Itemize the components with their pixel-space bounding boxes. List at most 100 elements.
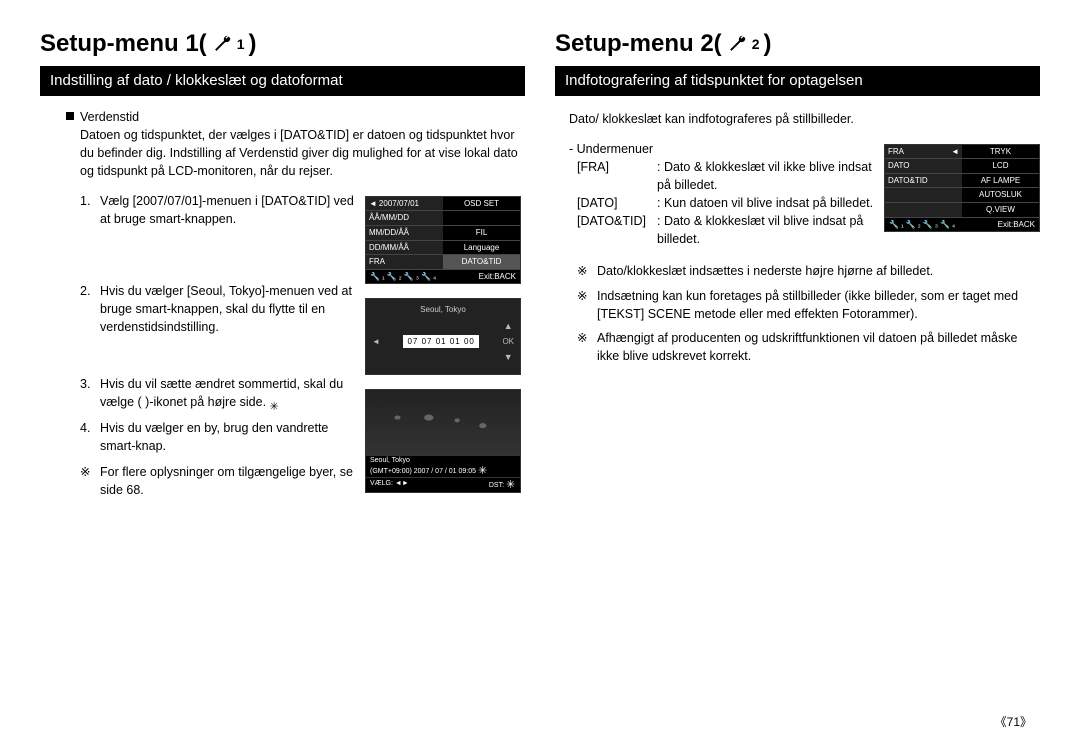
rlcd-exit: Exit:BACK: [998, 220, 1035, 230]
right-note-2: ※Afhængigt af producenten og udskriftfun…: [577, 329, 1040, 365]
right-title: Setup-menu 2( 2 ): [555, 30, 1040, 58]
lcd-stack: ◄2007/07/01 OSD SET ÅÅ/MM/DD MM/DD/ÅÅFIL…: [365, 192, 525, 508]
lcd-2: Seoul, Tokyo ◄ 07 07 01 01 00 ▲ OK ▼: [365, 298, 521, 375]
wrench-icon-1: [211, 33, 233, 55]
left-title-prefix: Setup-menu 1(: [40, 30, 207, 58]
tool-row-icons: 🔧₁🔧₂🔧₃🔧₄: [370, 272, 438, 282]
step-num-4: 4.: [80, 419, 94, 455]
icon-sub-1: 1: [237, 36, 245, 52]
rlcd-l3: [885, 188, 962, 202]
submenu-row-2: [DATO&TID] : Dato & klokkeslæt vil blive…: [577, 212, 874, 248]
lcd3-city: Seoul, Tokyo: [366, 456, 520, 465]
step-text-2: Hvis du vælger [Seoul, Tokyo]-menuen ved…: [100, 282, 357, 336]
right-title-suffix: ): [763, 30, 771, 58]
wrench-icon-2: [726, 33, 748, 55]
rlcd-l0: FRA: [888, 147, 904, 157]
sun-icon: [270, 397, 280, 407]
lcd1-r1: [443, 211, 520, 225]
lcd2-ok: OK: [502, 337, 514, 346]
submenu-key-1: [DATO]: [577, 194, 651, 212]
lcd-1: ◄2007/07/01 OSD SET ÅÅ/MM/DD MM/DD/ÅÅFIL…: [365, 196, 521, 285]
square-bullet: [66, 112, 74, 120]
submenu-key-2: [DATO&TID]: [577, 212, 651, 248]
icon-sub-2: 2: [752, 36, 760, 52]
lcd1-r2: FIL: [443, 226, 520, 240]
left-note: ※ For flere oplysninger om tilgængelige …: [80, 463, 357, 499]
step-text-4: Hvis du vælger en by, brug den vandrette…: [100, 419, 357, 455]
lcd2-city: Seoul, Tokyo: [366, 302, 520, 317]
rlcd-l2: DATO&TID: [885, 174, 962, 188]
right-title-prefix: Setup-menu 2(: [555, 30, 722, 58]
lcd2-date: 07 07 01 01 00: [403, 335, 478, 348]
step-2: 2. Hvis du vælger [Seoul, Tokyo]-menuen …: [80, 282, 357, 336]
lcd-right: FRA ◄TRYK DATOLCD DATO&TIDAF LAMPE AUTOSL…: [884, 144, 1040, 233]
tool-row-icons: 🔧₁🔧₂🔧₃🔧₄: [889, 220, 957, 230]
step-3: 3. Hvis du vil sætte ændret sommertid, s…: [80, 375, 357, 411]
right-note-text-0: Dato/klokkeslæt indsættes i nederste høj…: [597, 262, 933, 280]
right-intro: Dato/ klokkeslæt kan indfotograferes på …: [569, 110, 1040, 128]
lcd1-r0: OSD SET: [443, 197, 520, 211]
submenu-val-1: : Kun datoen vil blive indsat på billede…: [657, 194, 873, 212]
left-section-label: Verdenstid: [80, 110, 139, 124]
left-note-text: For flere oplysninger om tilgængelige by…: [100, 463, 357, 499]
right-note-1: ※Indsætning kan kun foretages på stillbi…: [577, 287, 1040, 323]
lcd3-select: VÆLG:: [370, 480, 393, 487]
step-num-2: 2.: [80, 282, 94, 336]
left-title: Setup-menu 1( 1 ): [40, 30, 525, 58]
submenu-row-1: [DATO] : Kun datoen vil blive indsat på …: [577, 194, 874, 212]
lcd1-exit: Exit:BACK: [479, 272, 516, 282]
arrow-down-icon: ▼: [504, 352, 513, 362]
sun-icon: [478, 466, 488, 476]
left-section-head: Verdenstid: [66, 110, 525, 124]
rlcd-r1: LCD: [962, 159, 1039, 173]
rlcd-r3: AUTOSLUK: [962, 188, 1039, 202]
lcd-3: Seoul, Tokyo (GMT+09:00) 2007 / 07 / 01 …: [365, 389, 521, 493]
right-column: Setup-menu 2( 2 ) Indfotografering af ti…: [555, 30, 1040, 507]
left-subtitle: Indstilling af dato / klokkeslæt og dato…: [40, 66, 525, 96]
left-section: Verdenstid Datoen og tidspunktet, der væ…: [66, 110, 525, 180]
page-number: 《71》: [995, 713, 1032, 730]
submenu-row-0: [FRA] : Dato & klokkeslæt vil ikke blive…: [577, 158, 874, 194]
arrow-up-icon: ▲: [504, 321, 513, 331]
lcd1-r3: Language: [443, 241, 520, 255]
lcd3-gmt: (GMT+09:00) 2007 / 07 / 01 09:05: [370, 468, 476, 475]
lcd1-l3: FRA: [366, 255, 443, 269]
right-note-0: ※ Dato/klokkeslæt indsættes i nederste hø…: [577, 262, 1040, 280]
rlcd-r0: TRYK: [962, 145, 1039, 159]
sun-icon: [506, 480, 516, 490]
lcd1-l2: DD/MM/ÅÅ: [366, 241, 443, 255]
step-text-3: Hvis du vil sætte ændret sommertid, skal…: [100, 375, 357, 411]
note-sym: ※: [80, 463, 94, 499]
lcd1-l1: MM/DD/ÅÅ: [366, 226, 443, 240]
submenu-key-0: [FRA]: [577, 158, 651, 194]
lcd3-dst: DST:: [489, 482, 504, 489]
note-sym: ※: [577, 329, 591, 365]
rlcd-l4: [885, 203, 962, 217]
step-num-3: 3.: [80, 375, 94, 411]
lcd1-r4: DATO&TID: [443, 255, 520, 269]
lcd1-l0: ÅÅ/MM/DD: [366, 211, 443, 225]
step-4: 4. Hvis du vælger en by, brug den vandre…: [80, 419, 357, 455]
arrow-left-icon: ◄: [372, 337, 380, 346]
right-subtitle: Indfotografering af tidspunktet for opta…: [555, 66, 1040, 96]
world-map-icon: [366, 390, 520, 456]
lcd1-date: 2007/07/01: [379, 199, 419, 209]
left-column: Setup-menu 1( 1 ) Indstilling af dato / …: [40, 30, 525, 507]
left-title-suffix: ): [248, 30, 256, 58]
rlcd-r4: Q.VIEW: [962, 203, 1039, 217]
arrow-left-icon: ◄: [369, 199, 377, 209]
note-sym: ※: [577, 287, 591, 323]
submenu-val-2: : Dato & klokkeslæt vil blive indsat på …: [657, 212, 874, 248]
submenu-head: - Undermenuer: [569, 140, 874, 158]
left-intro: Datoen og tidspunktet, der vælges i [DAT…: [80, 126, 525, 180]
right-note-text-2: Afhængigt af producenten og udskriftfunk…: [597, 329, 1040, 365]
step-num-1: 1.: [80, 192, 94, 228]
arrow-left-icon: ◄: [951, 147, 959, 157]
right-note-text-1: Indsætning kan kun foretages på stillbil…: [597, 287, 1040, 323]
step-1: 1. Vælg [2007/07/01]-menuen i [DATO&TID]…: [80, 192, 357, 228]
rlcd-l1: DATO: [885, 159, 962, 173]
rlcd-r2: AF LAMPE: [962, 174, 1039, 188]
note-sym: ※: [577, 262, 591, 280]
submenu-val-0: : Dato & klokkeslæt vil ikke blive indsa…: [657, 158, 874, 194]
step-text-1: Vælg [2007/07/01]-menuen i [DATO&TID] ve…: [100, 192, 357, 228]
